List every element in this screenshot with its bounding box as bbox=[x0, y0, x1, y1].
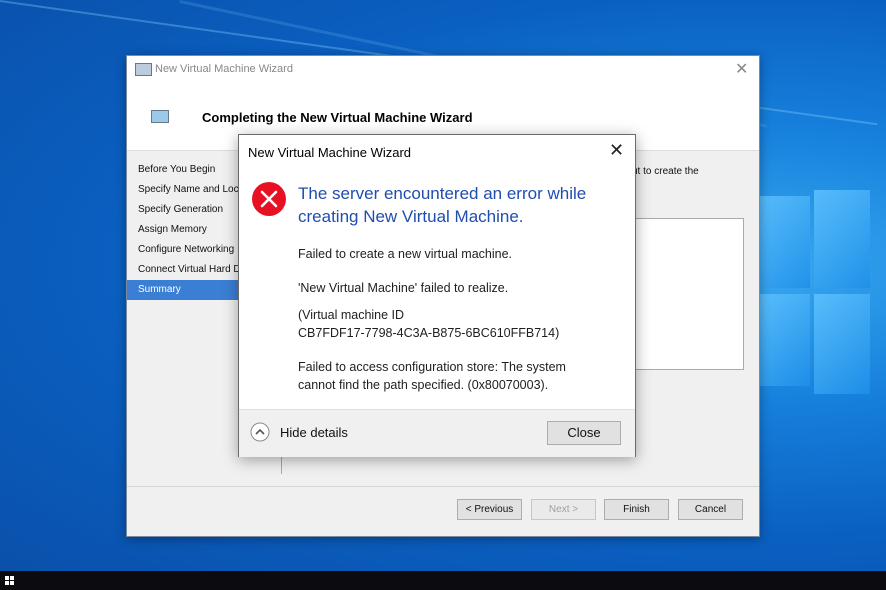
cancel-button[interactable]: Cancel bbox=[678, 499, 743, 520]
next-button[interactable]: Next > bbox=[531, 499, 596, 520]
hide-details-toggle[interactable]: Hide details bbox=[280, 425, 348, 440]
nav-item-specify-generation[interactable]: Specify Generation bbox=[127, 200, 239, 220]
wizard-title: New Virtual Machine Wizard bbox=[155, 63, 293, 75]
dialog-footer: Hide details Close bbox=[239, 409, 635, 457]
main-instruction: The server encountered an error while cr… bbox=[298, 184, 587, 226]
nav-item-assign-memory[interactable]: Assign Memory bbox=[127, 220, 239, 240]
close-icon[interactable]: ✕ bbox=[609, 140, 624, 160]
nav-item-configure-networking[interactable]: Configure Networking bbox=[127, 240, 239, 260]
wizard-heading: Completing the New Virtual Machine Wizar… bbox=[202, 110, 473, 125]
nav-item-specify-name[interactable]: Specify Name and Loca bbox=[127, 180, 239, 200]
wizard-titlebar: New Virtual Machine Wizard ✕ bbox=[127, 56, 759, 84]
error-line: 'New Virtual Machine' failed to realize. bbox=[298, 281, 509, 295]
wizard-description: ut to create the bbox=[632, 166, 699, 177]
nav-item-connect-vhd[interactable]: Connect Virtual Hard Di bbox=[127, 260, 239, 280]
summary-box bbox=[624, 218, 744, 370]
error-line: CB7FDF17-7798-4C3A-B875-6BC610FFB714) bbox=[298, 326, 560, 340]
chevron-up-icon[interactable] bbox=[250, 422, 270, 442]
close-button[interactable]: Close bbox=[547, 421, 621, 445]
divider bbox=[127, 486, 759, 487]
error-icon bbox=[252, 182, 286, 216]
previous-button[interactable]: < Previous bbox=[457, 499, 522, 520]
windows-logo-graphic bbox=[750, 190, 870, 400]
hyperv-icon bbox=[135, 63, 152, 76]
nav-item-summary[interactable]: Summary bbox=[127, 280, 239, 300]
nav-item-before-you-begin[interactable]: Before You Begin bbox=[127, 160, 239, 180]
close-icon[interactable]: ✕ bbox=[735, 59, 748, 79]
windows-start-icon[interactable] bbox=[5, 576, 14, 585]
error-line: Failed to create a new virtual machine. bbox=[298, 247, 512, 261]
wizard-nav: Before You Begin Specify Name and Loca S… bbox=[127, 160, 239, 300]
error-line: (Virtual machine ID bbox=[298, 308, 405, 322]
virtual-machine-icon bbox=[151, 110, 169, 123]
error-line: Failed to access configuration store: Th… bbox=[298, 360, 566, 374]
error-line: cannot find the path specified. (0x80070… bbox=[298, 378, 549, 392]
taskbar bbox=[0, 571, 886, 590]
finish-button[interactable]: Finish bbox=[604, 499, 669, 520]
error-dialog: New Virtual Machine Wizard ✕ The server … bbox=[238, 134, 636, 457]
dialog-title: New Virtual Machine Wizard bbox=[248, 145, 412, 160]
